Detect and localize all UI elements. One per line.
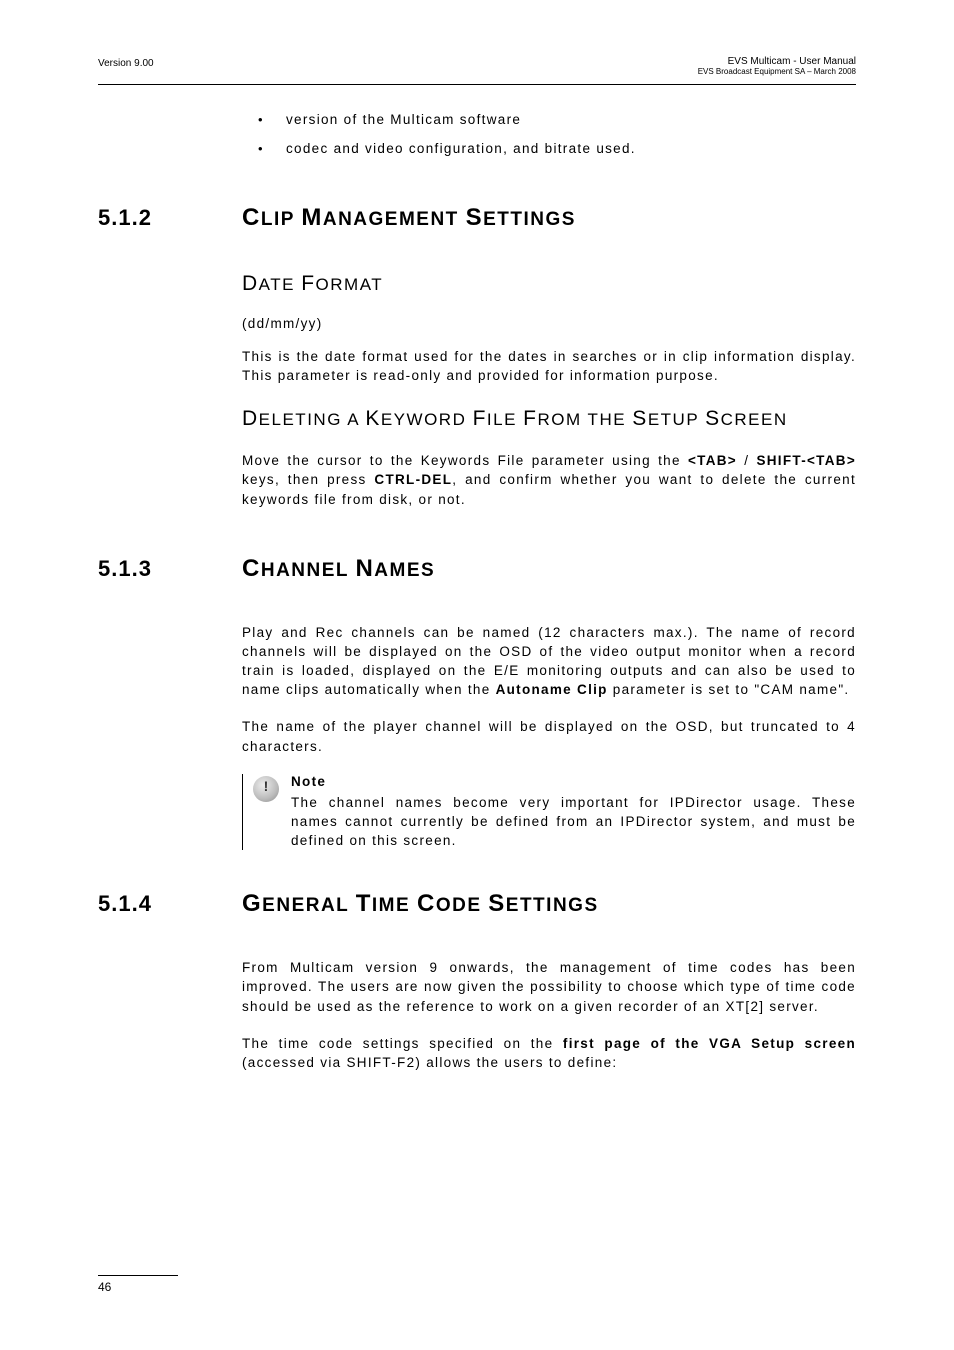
bullet-item: version of the Multicam software [258,112,856,127]
section-number: 5.1.2 [98,205,242,231]
header-right: EVS Multicam - User Manual EVS Broadcast… [698,56,856,76]
note-body: The channel names become very important … [291,793,856,850]
channel-names-p2: The name of the player channel will be d… [242,717,856,755]
section-heading-514: 5.1.4 GENERAL TIME CODE SETTINGS [98,890,856,918]
section-heading-513: 5.1.3 CHANNEL NAMES [98,555,856,583]
channel-names-p1: Play and Rec channels can be named (12 c… [242,623,856,700]
timecode-p2: The time code settings specified on the … [242,1034,856,1072]
date-format-desc: This is the date format used for the dat… [242,347,856,385]
header-doc-title: EVS Multicam - User Manual [698,56,856,67]
header-version: Version 9.00 [98,58,154,69]
section-title: CLIP MANAGEMENT SETTINGS [242,204,576,232]
intro-bullets: version of the Multicam software codec a… [258,112,856,156]
header-rule [98,84,856,85]
page-content: version of the Multicam software codec a… [98,112,856,1090]
date-format-value: (dd/mm/yy) [242,316,856,331]
note-box: Note The channel names become very impor… [242,774,856,850]
section-title: CHANNEL NAMES [242,555,435,583]
note-icon [253,776,279,802]
section-heading-512: 5.1.2 CLIP MANAGEMENT SETTINGS [98,204,856,232]
note-title: Note [291,774,856,789]
header-doc-subtitle: EVS Broadcast Equipment SA – March 2008 [698,67,856,76]
section-number: 5.1.3 [98,556,242,582]
subheading-delete-keyword: DELETING A KEYWORD FILE FROM THE SETUP S… [242,407,856,431]
footer-rule [98,1275,178,1276]
subheading-date-format: DATE FORMAT [242,272,856,296]
timecode-p1: From Multicam version 9 onwards, the man… [242,958,856,1015]
section-number: 5.1.4 [98,891,242,917]
section-title: GENERAL TIME CODE SETTINGS [242,890,599,918]
note-text: Note The channel names become very impor… [291,774,856,850]
page-number: 46 [98,1280,111,1294]
delete-keyword-desc: Move the cursor to the Keywords File par… [242,451,856,508]
bullet-item: codec and video configuration, and bitra… [258,141,856,156]
